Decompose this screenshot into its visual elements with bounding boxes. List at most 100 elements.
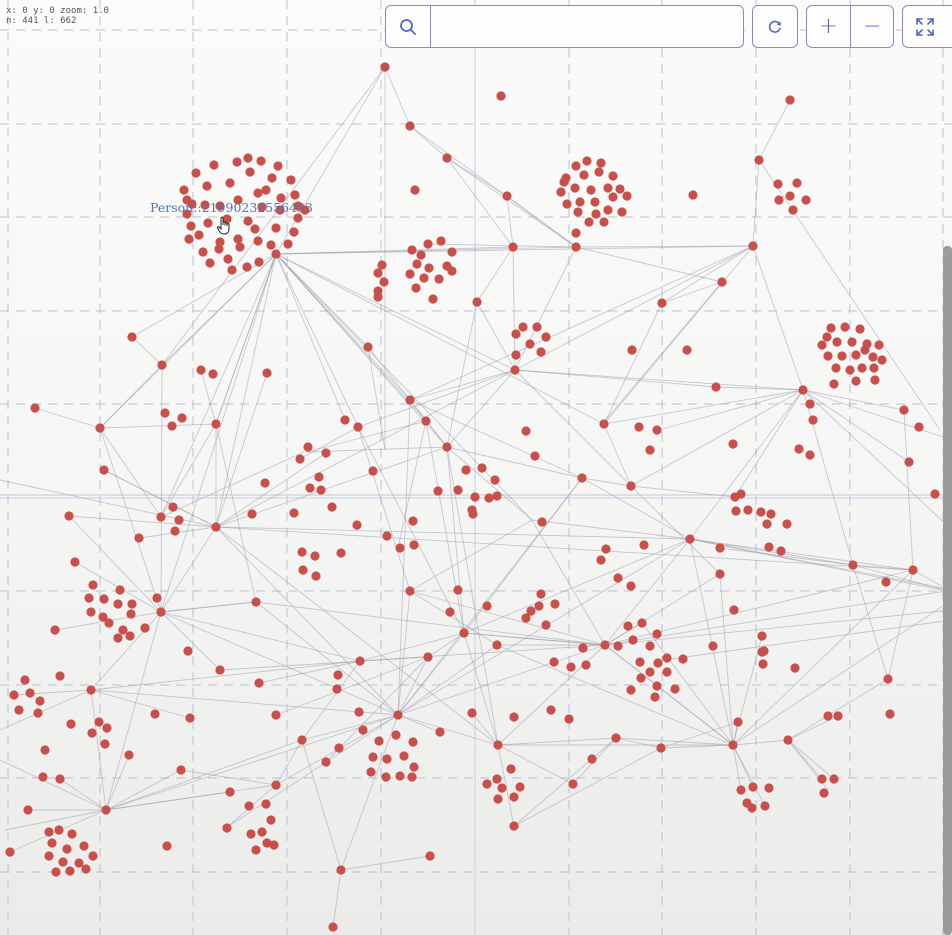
graph-node[interactable] xyxy=(266,815,276,825)
graph-node[interactable] xyxy=(113,633,123,643)
graph-node[interactable] xyxy=(885,709,895,719)
graph-node[interactable] xyxy=(51,867,61,877)
graph-node[interactable] xyxy=(764,783,774,793)
graph-node[interactable] xyxy=(571,242,581,252)
graph-node[interactable] xyxy=(233,234,243,244)
graph-node[interactable] xyxy=(377,260,387,270)
graph-node[interactable] xyxy=(95,423,105,433)
graph-node[interactable] xyxy=(904,457,914,467)
graph-node[interactable] xyxy=(484,493,494,503)
graph-node[interactable] xyxy=(168,502,178,512)
graph-node[interactable] xyxy=(564,714,574,724)
graph-node[interactable] xyxy=(251,597,261,607)
graph-node[interactable] xyxy=(447,247,457,257)
graph-node[interactable] xyxy=(160,408,170,418)
graph-node[interactable] xyxy=(310,551,320,561)
graph-node[interactable] xyxy=(177,413,187,423)
graph-node[interactable] xyxy=(327,502,337,512)
graph-node[interactable] xyxy=(534,601,544,611)
graph-node[interactable] xyxy=(603,205,613,215)
graph-node[interactable] xyxy=(760,801,770,811)
graph-node[interactable] xyxy=(657,298,667,308)
graph-node[interactable] xyxy=(662,667,672,677)
graph-node[interactable] xyxy=(314,472,324,482)
graph-node[interactable] xyxy=(176,765,186,775)
graph-node[interactable] xyxy=(423,652,433,662)
graph-node[interactable] xyxy=(134,533,144,543)
graph-node[interactable] xyxy=(766,509,776,519)
graph-node[interactable] xyxy=(823,351,833,361)
graph-node[interactable] xyxy=(101,805,111,815)
graph-node[interactable] xyxy=(334,743,344,753)
graph-node[interactable] xyxy=(194,230,204,240)
graph-node[interactable] xyxy=(167,421,177,431)
graph-node[interactable] xyxy=(58,857,68,867)
graph-node[interactable] xyxy=(877,355,887,365)
graph-node[interactable] xyxy=(94,717,104,727)
graph-node[interactable] xyxy=(628,635,638,645)
graph-node[interactable] xyxy=(262,368,272,378)
search-input[interactable] xyxy=(432,8,736,46)
graph-node[interactable] xyxy=(424,263,434,273)
graph-node[interactable] xyxy=(399,751,409,761)
graph-node[interactable] xyxy=(423,239,433,249)
graph-node[interactable] xyxy=(35,696,45,706)
graph-node[interactable] xyxy=(639,540,649,550)
graph-node[interactable] xyxy=(461,465,471,475)
graph-node[interactable] xyxy=(374,736,384,746)
graph-node[interactable] xyxy=(336,548,346,558)
graph-node[interactable] xyxy=(798,385,808,395)
graph-node[interactable] xyxy=(883,674,893,684)
graph-node[interactable] xyxy=(653,658,663,668)
graph-node[interactable] xyxy=(115,585,125,595)
graph-node[interactable] xyxy=(273,161,283,171)
graph-node[interactable] xyxy=(125,631,135,641)
graph-node[interactable] xyxy=(283,239,293,249)
graph-node[interactable] xyxy=(611,733,621,743)
graph-node[interactable] xyxy=(289,227,299,237)
graph-node[interactable] xyxy=(728,439,738,449)
graph-node[interactable] xyxy=(635,657,645,667)
graph-node[interactable] xyxy=(817,774,827,784)
graph-node[interactable] xyxy=(184,234,194,244)
graph-node[interactable] xyxy=(615,184,625,194)
graph-node[interactable] xyxy=(25,688,35,698)
graph-node[interactable] xyxy=(509,792,519,802)
graph-node[interactable] xyxy=(30,403,40,413)
graph-node[interactable] xyxy=(526,606,536,616)
graph-node[interactable] xyxy=(257,827,267,837)
graph-node[interactable] xyxy=(186,221,196,231)
graph-node[interactable] xyxy=(747,803,757,813)
graph-node[interactable] xyxy=(340,415,350,425)
graph-node[interactable] xyxy=(251,845,261,855)
graph-node[interactable] xyxy=(685,534,695,544)
graph-node[interactable] xyxy=(729,605,739,615)
graph-node[interactable] xyxy=(79,841,89,851)
graph-node[interactable] xyxy=(47,838,57,848)
fullscreen-button[interactable] xyxy=(902,5,952,48)
graph-node[interactable] xyxy=(419,273,429,283)
graph-node[interactable] xyxy=(198,247,208,257)
graph-node[interactable] xyxy=(840,322,850,332)
graph-node[interactable] xyxy=(298,565,308,575)
graph-node[interactable] xyxy=(355,656,365,666)
graph-node[interactable] xyxy=(860,345,870,355)
graph-node[interactable] xyxy=(736,785,746,795)
graph-node[interactable] xyxy=(613,641,623,651)
graph-node[interactable] xyxy=(179,185,189,195)
graph-node[interactable] xyxy=(502,191,512,201)
graph-node[interactable] xyxy=(608,171,618,181)
graph-node[interactable] xyxy=(127,332,137,342)
graph-node[interactable] xyxy=(525,339,535,349)
graph-node[interactable] xyxy=(754,155,764,165)
graph-node[interactable] xyxy=(831,363,841,373)
graph-node[interactable] xyxy=(40,745,50,755)
graph-node[interactable] xyxy=(511,350,521,360)
graph-node[interactable] xyxy=(321,448,331,458)
graph-node[interactable] xyxy=(321,757,331,767)
graph-node[interactable] xyxy=(254,257,264,267)
graph-node[interactable] xyxy=(243,216,253,226)
graph-node[interactable] xyxy=(627,345,637,355)
graph-node[interactable] xyxy=(54,825,64,835)
graph-node[interactable] xyxy=(817,340,827,350)
